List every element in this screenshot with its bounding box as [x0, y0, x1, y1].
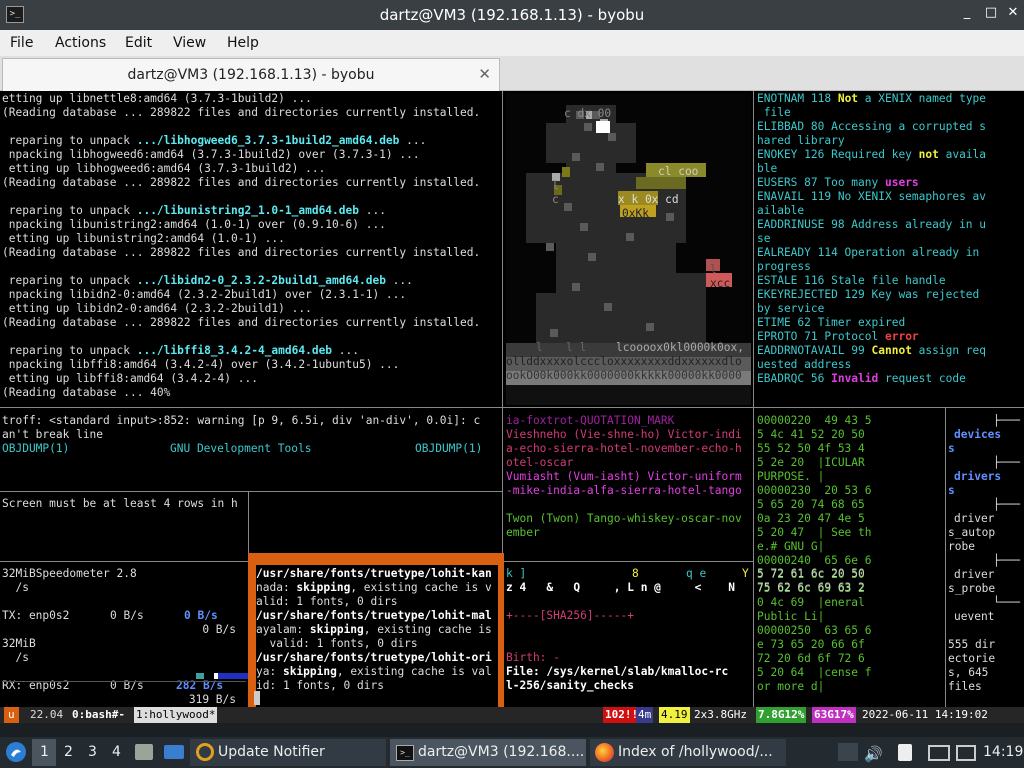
objdump-right: OBJDUMP(1) [415, 442, 483, 455]
taskbar: 1 2 3 4 Update Notifier >_ dartz@VM3 (19… [0, 737, 1024, 768]
panel-applet[interactable] [838, 743, 858, 761]
package-file: .../libhogweed6_3.7.3-1build2_amd64.deb [136, 134, 400, 147]
update-notifier-button[interactable]: Update Notifier [190, 739, 386, 766]
package-file: .../libunistring2_1.0-1_amd64.deb [136, 204, 359, 217]
desktop-icon[interactable] [164, 745, 184, 759]
tab-bar: dartz@VM3 (192.168.1.13) - byobu ✕ [0, 56, 1024, 91]
workspace-4[interactable]: 4 [112, 744, 121, 760]
firefox-task-button[interactable]: Index of /hollywood/... [590, 739, 786, 766]
maximize-button[interactable]: □ [982, 5, 1000, 20]
menu-edit[interactable]: Edit [125, 35, 152, 51]
workspace-1[interactable]: 1 [32, 739, 56, 766]
update-notifier-icon [196, 743, 214, 761]
pane-divider [0, 491, 502, 492]
status-clock: 2022-06-11 14:19:02 [862, 708, 988, 721]
window-hollywood[interactable]: 1:hollywood* [134, 707, 218, 723]
speedometer-pane[interactable]: 32MiBSpeedometer 2.8 /s TX: enp0s2 0 B/s 0… [2, 567, 246, 705]
apt-pane[interactable]: etting up libnettle8:amd64 (3.7.3-1build… [2, 92, 500, 404]
network-icon[interactable] [956, 745, 976, 761]
cpu-freq: 2x3.8GHz [694, 708, 747, 721]
menu-view[interactable]: View [173, 35, 206, 51]
disk-badge: 63G17% [812, 707, 856, 723]
volume-icon[interactable]: 🔊 [864, 745, 883, 763]
window-titlebar[interactable]: >_ dartz@VM3 (192.168.1.13) - byobu _ □ … [0, 0, 1024, 30]
misc-pane[interactable]: k ] 8 q eY z 4 & Q , L n @ < N +----[SHA25… [506, 567, 752, 707]
close-button[interactable]: ✕ [1004, 5, 1022, 20]
menu-bar: File Actions Edit View Help [0, 30, 1024, 56]
frame-bar [248, 565, 256, 707]
minimize-button[interactable]: _ [958, 5, 976, 20]
frame-bar [248, 553, 504, 565]
menu-help[interactable]: Help [227, 35, 259, 51]
pane-divider [0, 407, 1024, 408]
terminal-icon: >_ [396, 745, 414, 761]
tree-pane[interactable]: ├─── devices s ├─── drivers s ├─── drive… [948, 414, 1024, 704]
memory-badge: 7.8G12% [756, 707, 807, 723]
start-menu-icon[interactable] [6, 742, 26, 762]
pane-divider [945, 407, 946, 707]
byobu-status-bar: u 22.04 0:bash#- 1:hollywood* 102!! 4m 4… [0, 707, 1024, 723]
speed-baseline [2, 681, 246, 682]
window-bash[interactable]: 0:bash#- [72, 707, 125, 723]
package-file: .../libffi8_3.4.2-4_amd64.deb [136, 344, 333, 357]
speed-bar [218, 673, 248, 679]
errno-pane[interactable]: ENOTNAM 118 Not a XENIX named type file … [757, 92, 1022, 404]
fc-cache-pane[interactable]: /usr/share/fonts/truetype/lohit-kan nada… [256, 567, 498, 707]
firefox-icon [595, 743, 614, 762]
byobu-logo: u [4, 707, 19, 723]
frame-bar [498, 565, 504, 707]
ascii-art-pane: ollddxxxxolcccloxxxxxxxxddxxxxxxdlo ookO… [506, 93, 751, 405]
hexdump-pane[interactable]: 00000220 49 43 55 4c 41 52 20 50 55 52 50… [757, 414, 944, 704]
tab-close-icon[interactable]: ✕ [478, 65, 491, 83]
nato-pane[interactable]: ia-foxtrot-QUOTATION_MARK Vieshneho (Vie… [506, 414, 751, 560]
pane-divider [248, 491, 249, 561]
speed-bar [196, 673, 204, 679]
terminal-task-button[interactable]: >_ dartz@VM3 (192.168.... [390, 739, 586, 766]
window-title: dartz@VM3 (192.168.1.13) - byobu [379, 6, 645, 24]
objdump-title: GNU Development Tools [170, 442, 312, 455]
hex-overlay: 5 72 61 6c 20 50 75 62 6c 69 63 2 [757, 567, 865, 594]
pane-divider [753, 91, 754, 707]
menu-actions[interactable]: Actions [55, 35, 106, 51]
load-badge: 4.19 [659, 707, 690, 723]
os-version: 22.04 [30, 708, 64, 721]
tab-label: dartz@VM3 (192.168.1.13) - byobu [127, 67, 375, 83]
package-file: .../libidn2-0_2.3.2-2build1_amd64.deb [136, 274, 386, 287]
clipboard-icon[interactable] [898, 744, 912, 761]
menu-file[interactable]: File [10, 35, 33, 51]
cores-badge: 4m [636, 707, 654, 723]
file-manager-icon[interactable] [135, 744, 153, 760]
updates-badge: 102!! [603, 707, 641, 723]
display-icon[interactable] [928, 745, 950, 761]
objdump-left: OBJDUMP(1) [2, 442, 70, 455]
screen-message-pane[interactable]: Screen must be at least 4 rows in h [2, 497, 246, 517]
terminal-tab[interactable]: dartz@VM3 (192.168.1.13) - byobu ✕ [2, 58, 500, 91]
workspace-3[interactable]: 3 [88, 744, 97, 760]
troff-pane[interactable]: troff: <standard input>:852: warning [p … [2, 414, 500, 474]
terminal-area[interactable]: etting up libnettle8:amd64 (3.7.3-1build… [0, 91, 1024, 707]
panel-gap [0, 723, 1024, 737]
workspace-2[interactable]: 2 [64, 744, 73, 760]
pane-divider [502, 91, 503, 561]
panel-clock: 14:19 [983, 744, 1024, 760]
